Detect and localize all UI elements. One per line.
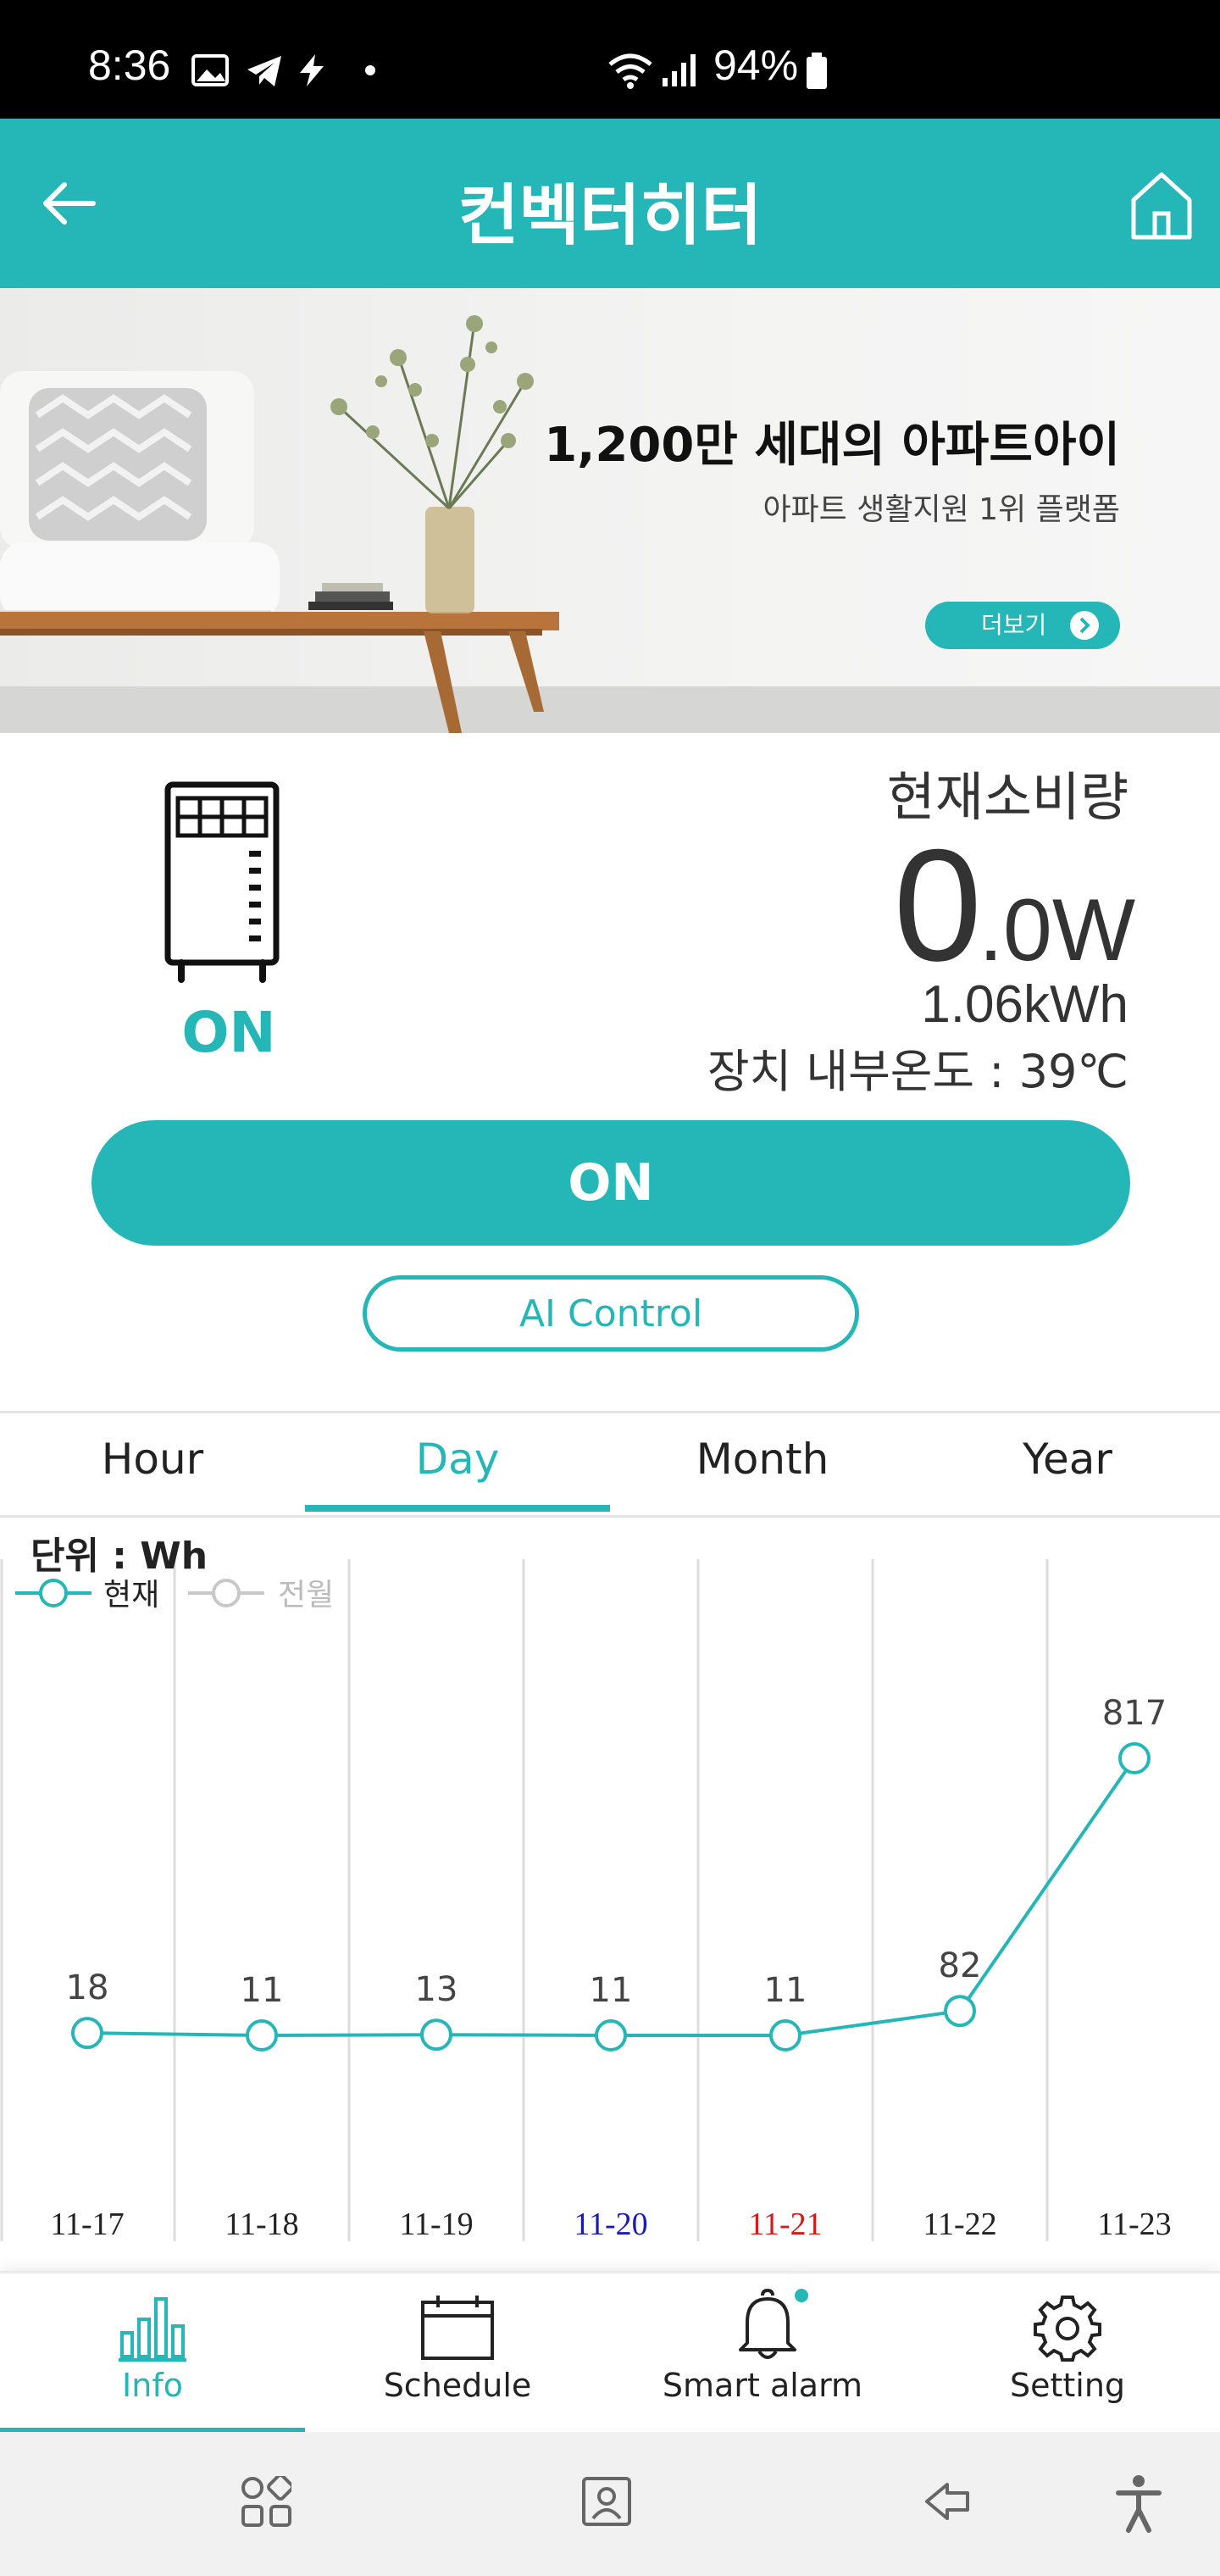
data-label: 13 <box>415 1970 458 2009</box>
bell-icon <box>739 2289 808 2359</box>
status-time: 8:36 <box>88 42 171 89</box>
x-tick-label: 11-23 <box>1097 2207 1171 2242</box>
bottom-navigation: Info Schedule Smart alarm Setting <box>0 2271 1220 2434</box>
notification-dot-icon <box>365 65 375 75</box>
heater-device-icon <box>164 781 280 983</box>
banner-subline: 아파트 생활지원 1위 플랫폼 <box>762 492 1120 527</box>
power-toggle-button[interactable]: ON <box>92 1120 1130 1246</box>
legend-current-marker <box>15 1579 92 1607</box>
internal-temperature: 장치 내부온도 : 39℃ <box>707 1045 1128 1098</box>
current-power-decimal: .0W <box>979 881 1135 980</box>
gear-icon <box>1034 2296 1101 2362</box>
data-label: 11 <box>764 1971 807 2010</box>
active-tab-indicator <box>305 1505 610 1512</box>
period-tabs: Hour Day Month Year <box>0 1411 1220 1518</box>
data-point <box>769 2019 801 2051</box>
data-point <box>71 2017 103 2050</box>
data-label: 11 <box>590 1971 633 2010</box>
energy-usage: 1.06kWh <box>921 975 1128 1034</box>
x-tick-label: 11-21 <box>748 2207 822 2242</box>
device-state-label: ON <box>181 1000 276 1065</box>
data-point <box>595 2019 627 2051</box>
data-point <box>944 1995 976 2028</box>
tab-year[interactable]: Year <box>915 1413 1220 1515</box>
x-tick-label: 11-22 <box>923 2207 996 2242</box>
legend-previous-label: 전월 <box>278 1578 335 1613</box>
x-tick-label: 11-20 <box>574 2207 647 2242</box>
x-tick-label: 11-18 <box>225 2207 298 2242</box>
telegram-icon <box>247 56 281 86</box>
data-label: 817 <box>1102 1694 1167 1733</box>
nav-schedule-label: Schedule <box>383 2367 532 2404</box>
data-point <box>420 2018 452 2051</box>
nav-smart-alarm-label: Smart alarm <box>662 2367 863 2404</box>
back-icon[interactable] <box>923 2479 971 2527</box>
x-tick-label: 11-17 <box>50 2207 124 2242</box>
current-power-value: 0 <box>893 816 983 994</box>
nav-info-label: Info <box>122 2367 183 2404</box>
more-label: 더보기 <box>981 611 1047 639</box>
tab-hour[interactable]: Hour <box>0 1413 305 1515</box>
ai-control-button[interactable]: AI Control <box>363 1275 859 1352</box>
app-header: 컨벡터히터 <box>0 119 1220 288</box>
nav-setting-label: Setting <box>1009 2367 1126 2404</box>
current-power: 0.0W <box>894 813 1135 994</box>
more-button[interactable]: 더보기 <box>925 602 1120 649</box>
battery-percentage: 94% <box>713 42 799 89</box>
nav-setting[interactable]: Setting <box>915 2273 1220 2434</box>
nav-smart-alarm[interactable]: Smart alarm <box>610 2273 915 2434</box>
gallery-icon <box>191 54 229 86</box>
tab-month[interactable]: Month <box>610 1413 915 1515</box>
recent-apps-icon[interactable] <box>241 2476 291 2527</box>
data-label: 18 <box>66 1968 109 2007</box>
data-point <box>246 2019 278 2051</box>
data-label: 82 <box>939 1946 982 1985</box>
contacts-icon[interactable] <box>581 2476 632 2527</box>
living-room-illustration <box>0 315 559 733</box>
page-title: 컨벡터히터 <box>458 178 762 254</box>
chevron-right-icon <box>1070 611 1099 640</box>
usage-line-chart: 18 11 13 11 11 82 817 11-17 11-18 11-19 11-20 11-21… <box>0 1559 1172 2242</box>
nav-schedule[interactable]: Schedule <box>305 2273 610 2434</box>
promo-banner[interactable]: 1,200만 세대의 아파트아이 아파트 생활지원 1위 플랫폼 더보기 <box>0 288 1220 733</box>
legend-previous-marker <box>188 1579 264 1607</box>
calendar-icon <box>421 2296 494 2360</box>
nav-info[interactable]: Info <box>0 2273 305 2434</box>
legend-current-label: 현재 <box>103 1578 160 1613</box>
accessibility-icon[interactable] <box>1115 2474 1162 2534</box>
tab-day[interactable]: Day <box>305 1413 610 1515</box>
signal-icon <box>663 54 696 86</box>
banner-headline: 1,200만 세대의 아파트아이 <box>544 418 1120 473</box>
wifi-icon <box>608 53 652 89</box>
battery-icon <box>807 53 827 89</box>
bar-chart-icon <box>119 2297 186 2362</box>
system-navigation-bar <box>0 2432 1220 2576</box>
data-point <box>1118 1742 1151 1774</box>
x-tick-label: 11-19 <box>399 2207 473 2242</box>
home-icon[interactable] <box>1130 171 1193 241</box>
status-bar: 8:36 94% <box>0 0 1220 119</box>
data-label: 11 <box>241 1971 284 2010</box>
flash-icon <box>300 54 324 86</box>
